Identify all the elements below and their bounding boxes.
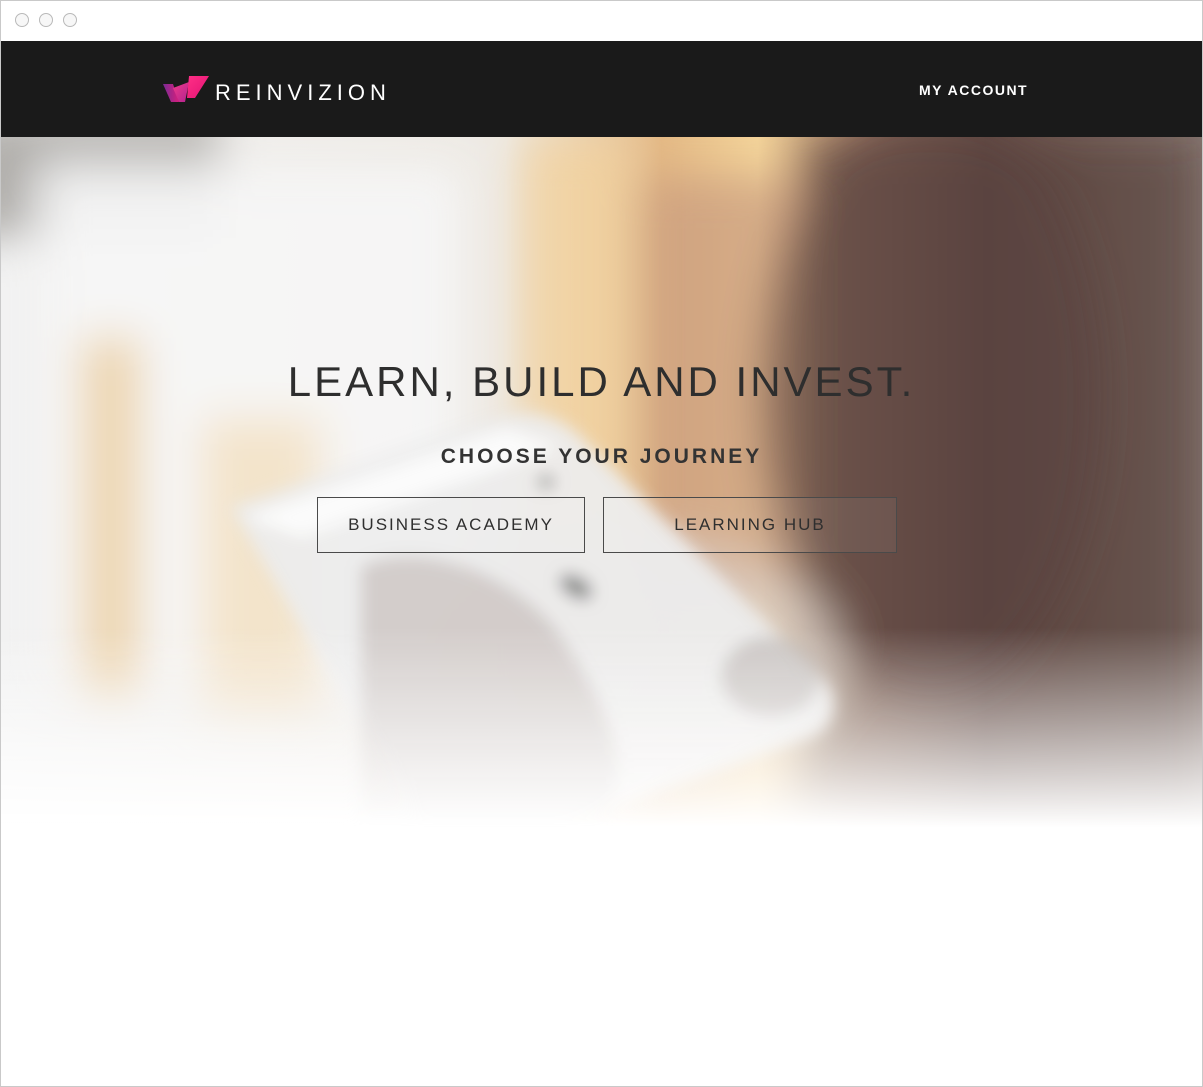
hero-content: LEARN, BUILD AND INVEST. CHOOSE YOUR JOU…	[1, 357, 1202, 553]
close-window-button[interactable]	[15, 13, 29, 27]
window-titlebar	[1, 1, 1202, 42]
hero-section: LEARN, BUILD AND INVEST. CHOOSE YOUR JOU…	[1, 137, 1202, 827]
hero-subhead: CHOOSE YOUR JOURNEY	[440, 445, 763, 469]
browser-window: REINVIZION MY ACCOUNT LEARN, BUILD AND I…	[0, 0, 1203, 1087]
brand-name: REINVIZION	[215, 80, 391, 105]
hero-bottom-fade	[1, 627, 1202, 827]
hero-headline: LEARN, BUILD AND INVEST.	[287, 358, 916, 405]
learning-hub-button[interactable]: LEARNING HUB	[603, 497, 897, 553]
minimize-window-button[interactable]	[39, 13, 53, 27]
maximize-window-button[interactable]	[63, 13, 77, 27]
reinvizion-logo-icon	[163, 76, 209, 102]
journey-button-row: BUSINESS ACADEMY LEARNING HUB	[317, 497, 898, 555]
business-academy-button[interactable]: BUSINESS ACADEMY	[317, 497, 585, 553]
top-navbar: REINVIZION MY ACCOUNT	[1, 41, 1202, 137]
brand-logo[interactable]: REINVIZION	[163, 73, 391, 105]
my-account-link[interactable]: MY ACCOUNT	[919, 82, 1028, 98]
